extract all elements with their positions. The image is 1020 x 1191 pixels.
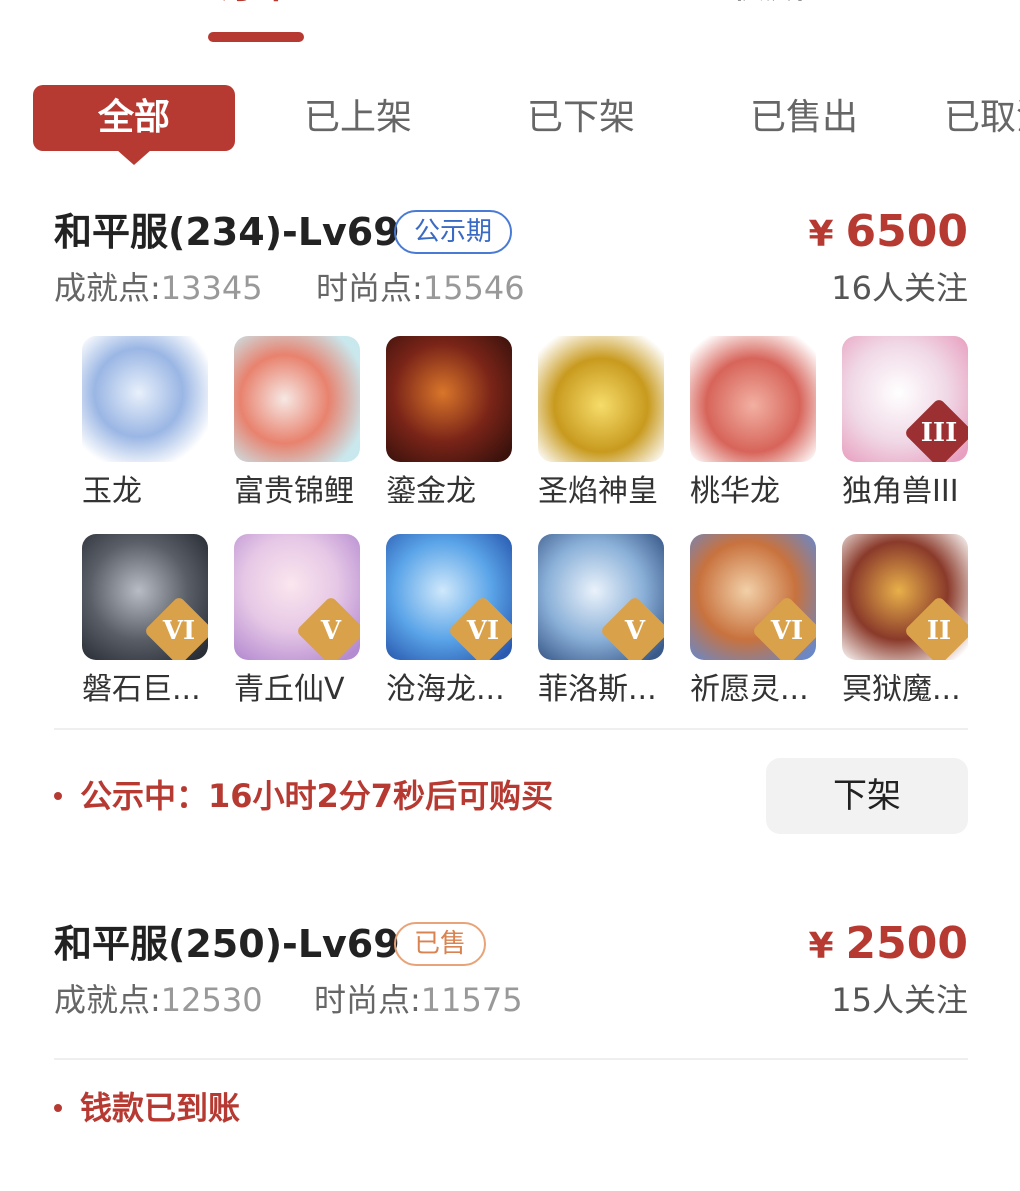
- pet-item[interactable]: 富贵锦鲤: [234, 336, 364, 514]
- listing-card[interactable]: 和平服(234)-Lv69 公示期 ¥6500 成就点:13345 时尚点:15…: [54, 206, 968, 716]
- currency-symbol: ¥: [808, 214, 834, 255]
- pet-netherworld-image: II: [842, 534, 968, 660]
- pet-item[interactable]: 圣焰神皇: [538, 336, 668, 514]
- price: ¥6500: [808, 206, 968, 261]
- tier-label: VI: [770, 616, 804, 646]
- pet-item[interactable]: VI 祈愿灵...: [690, 534, 820, 712]
- currency-symbol: ¥: [808, 926, 834, 967]
- bullet-dot: [54, 1104, 62, 1112]
- fashion-value: 15546: [422, 269, 525, 307]
- price: ¥2500: [808, 918, 968, 973]
- status-badge: 已售: [394, 922, 487, 966]
- tier-badge: III: [903, 397, 968, 462]
- followers-count: 16人关注: [831, 269, 968, 307]
- pet-name: 富贵锦鲤: [234, 474, 354, 509]
- tier-badge: V: [295, 595, 360, 660]
- price-value: 2500: [845, 918, 968, 969]
- tier-badge: VI: [447, 595, 512, 660]
- achievement-points: 成就点:12530: [54, 981, 263, 1019]
- top-tab-favorites-label: 收藏: [720, 0, 810, 4]
- pet-jade-dragon-image: [82, 336, 208, 462]
- pet-koi-image: [234, 336, 360, 462]
- filter-tabs: 全部 已上架 已下架 已售出 已取消: [0, 85, 1020, 165]
- pet-sea-dragon-image: VI: [386, 534, 512, 660]
- achievement-value: 12530: [160, 981, 263, 1019]
- pet-wish-spirit-image: VI: [690, 534, 816, 660]
- status-line: 公示中：16小时2分7秒后可购买: [54, 774, 553, 818]
- pet-name: 独角兽III: [842, 474, 959, 509]
- fashion-label: 时尚点:: [316, 269, 423, 307]
- bullet-dot: [54, 792, 62, 800]
- pet-item[interactable]: VI 磐石巨...: [82, 534, 212, 712]
- server-title: 和平服(234)-Lv69: [54, 210, 400, 254]
- pet-name: 青丘仙V: [234, 672, 345, 707]
- tier-label: V: [624, 616, 646, 646]
- filter-tab-listed[interactable]: 已上架: [304, 85, 412, 151]
- tier-label: III: [920, 418, 958, 448]
- pet-item[interactable]: 桃华龙: [690, 336, 820, 514]
- pet-name: 桃华龙: [690, 474, 780, 509]
- pet-item[interactable]: 鎏金龙: [386, 336, 516, 514]
- achievement-points: 成就点:13345: [54, 269, 263, 307]
- pet-item[interactable]: III 独角兽III: [842, 336, 972, 514]
- status-text: 钱款已到账: [80, 1089, 241, 1127]
- fashion-value: 11575: [420, 981, 523, 1019]
- pet-name: 圣焰神皇: [538, 474, 658, 509]
- pet-unicorn-image: III: [842, 336, 968, 462]
- pet-philos-image: V: [538, 534, 664, 660]
- pet-item[interactable]: II 冥狱魔...: [842, 534, 972, 712]
- followers-count: 15人关注: [831, 981, 968, 1019]
- tier-badge: II: [903, 595, 968, 660]
- tier-badge: V: [599, 595, 664, 660]
- pet-item[interactable]: 玉龙: [82, 336, 212, 514]
- tier-label: V: [320, 616, 342, 646]
- achievement-label: 成就点:: [54, 981, 161, 1019]
- pet-name: 玉龙: [82, 474, 142, 509]
- pet-peach-dragon-image: [690, 336, 816, 462]
- top-tab-favorites[interactable]: 收藏: [720, 0, 810, 4]
- pet-name: 磐石巨...: [82, 672, 201, 707]
- top-tab-orders[interactable]: 订单: [208, 0, 304, 4]
- achievement-label: 成就点:: [54, 269, 161, 307]
- pet-qingqiu-image: V: [234, 534, 360, 660]
- pet-holy-flame-image: [538, 336, 664, 462]
- pet-name: 祈愿灵...: [690, 672, 809, 707]
- tier-badge: VI: [143, 595, 208, 660]
- filter-tab-sold[interactable]: 已售出: [750, 85, 858, 151]
- achievement-value: 13345: [160, 269, 263, 307]
- filter-tab-delisted[interactable]: 已下架: [527, 85, 635, 151]
- tier-label: VI: [162, 616, 196, 646]
- filter-tab-all[interactable]: 全部: [33, 85, 235, 165]
- status-line: 钱款已到账: [54, 1086, 240, 1130]
- status-badge: 公示期: [394, 210, 513, 254]
- server-title: 和平服(250)-Lv69: [54, 922, 400, 966]
- pet-name: 菲洛斯...: [538, 672, 657, 707]
- divider: [54, 728, 968, 730]
- pet-name: 鎏金龙: [386, 474, 476, 509]
- fashion-points: 时尚点:11575: [314, 978, 523, 1022]
- pet-grid: 玉龙 富贵锦鲤 鎏金龙 圣焰神皇 桃华龙 III 独角兽III VI 磐石巨..…: [54, 336, 968, 716]
- status-text: 公示中：16小时2分7秒后可购买: [80, 777, 554, 815]
- pet-gilded-dragon-image: [386, 336, 512, 462]
- pet-rock-giant-image: VI: [82, 534, 208, 660]
- tier-label: VI: [466, 616, 500, 646]
- fashion-points: 时尚点:15546: [316, 266, 525, 310]
- top-tab-orders-label: 订单: [208, 0, 304, 4]
- pet-item[interactable]: V 菲洛斯...: [538, 534, 668, 712]
- delist-button[interactable]: 下架: [766, 758, 968, 834]
- price-value: 6500: [845, 206, 968, 257]
- pet-item[interactable]: V 青丘仙V: [234, 534, 364, 712]
- pet-name: 冥狱魔...: [842, 672, 961, 707]
- tier-label: II: [926, 616, 952, 646]
- divider: [54, 1058, 968, 1060]
- filter-tab-cancelled[interactable]: 已取消: [944, 85, 1020, 151]
- pet-item[interactable]: VI 沧海龙...: [386, 534, 516, 712]
- pet-name: 沧海龙...: [386, 672, 505, 707]
- listing-card[interactable]: 和平服(250)-Lv69 已售 ¥2500 成就点:12530 时尚点:115…: [54, 918, 968, 1022]
- fashion-label: 时尚点:: [314, 981, 421, 1019]
- top-tab-active-indicator: [208, 32, 304, 42]
- tier-badge: VI: [751, 595, 816, 660]
